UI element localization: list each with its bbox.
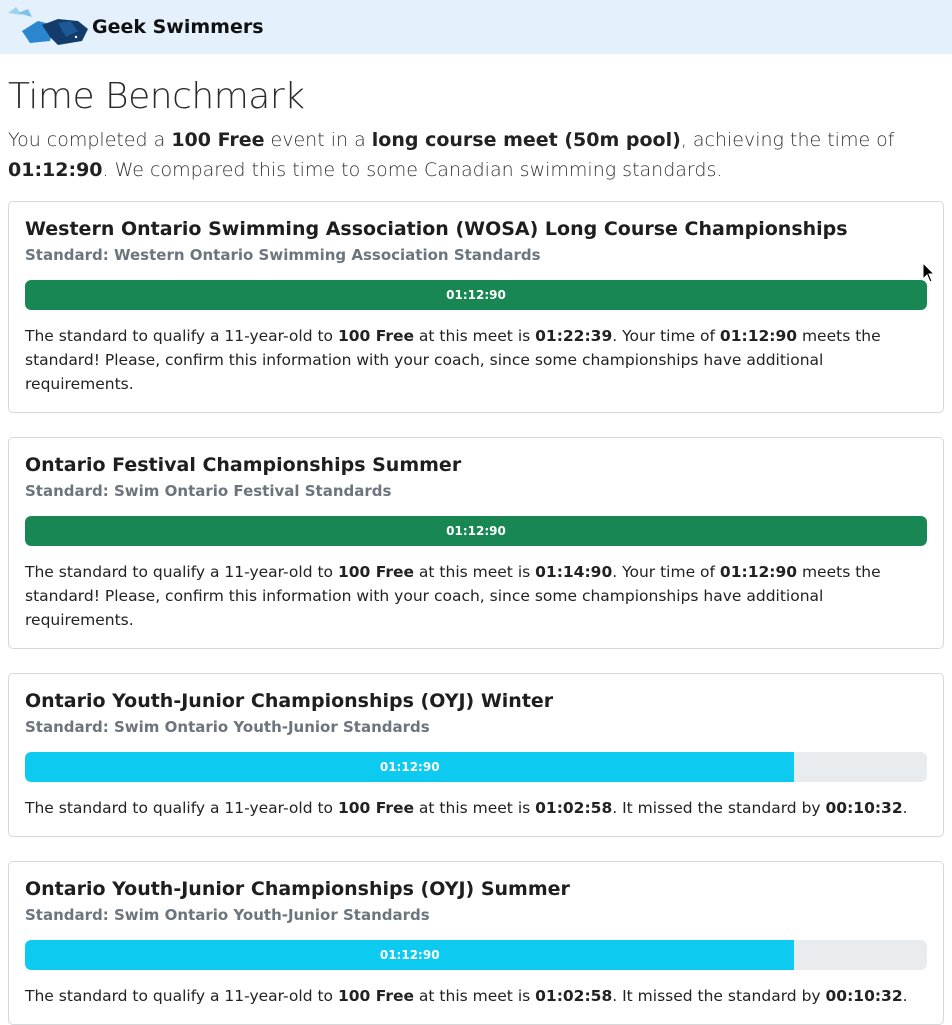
your-time: 01:12:90 [719,563,798,581]
progress-track: 01:12:90 [25,516,927,546]
result-text: The standard to qualify a 11-year-old to… [25,796,927,820]
result-part: at this meet is [414,563,536,581]
brand-name[interactable]: Geek Swimmers [92,16,264,38]
result-part: at this meet is [414,799,536,817]
mouse-cursor-icon [922,262,936,283]
intro-part: . We compared this time to some Canadian… [102,159,723,181]
standard-time: 01:22:39 [535,327,613,345]
card-subtitle: Standard: Western Ontario Swimming Assoc… [25,246,541,264]
result-part: . [902,799,908,817]
main-content: Time Benchmark You completed a 100 Free … [0,76,952,1025]
intro-text: You completed a 100 Free event in a long… [8,125,944,185]
result-part: . It missed the standard by [612,799,826,817]
benchmark-card: Western Ontario Swimming Association (WO… [8,201,944,413]
progress-bar: 01:12:90 [25,752,795,782]
result-event: 100 Free [337,987,414,1005]
progress-bar: 01:12:90 [25,280,927,310]
benchmark-card: Ontario Youth-Junior Championships (OYJ)… [8,673,944,837]
standard-time: 01:14:90 [535,563,613,581]
card-subtitle: Standard: Swim Ontario Festival Standard… [25,482,392,500]
result-part: The standard to qualify a 11-year-old to [25,987,338,1005]
result-part: . Your time of [612,563,720,581]
result-text: The standard to qualify a 11-year-old to… [25,324,927,396]
intro-time: 01:12:90 [8,159,103,181]
progress-track: 01:12:90 [25,752,927,782]
result-part: The standard to qualify a 11-year-old to [25,563,338,581]
progress-track: 01:12:90 [25,940,927,970]
card-title: Western Ontario Swimming Association (WO… [25,218,848,240]
progress-bar: 01:12:90 [25,516,927,546]
result-event: 100 Free [337,799,414,817]
progress-bar: 01:12:90 [25,940,795,970]
top-navbar: Geek Swimmers [0,0,952,54]
result-part: The standard to qualify a 11-year-old to [25,327,338,345]
progress-track: 01:12:90 [25,280,927,310]
benchmark-card: Ontario Festival Championships Summer St… [8,437,944,649]
intro-part: , achieving the time of [680,129,895,151]
logo-icon[interactable] [8,7,90,47]
benchmark-card: Ontario Youth-Junior Championships (OYJ)… [8,861,944,1025]
card-subtitle: Standard: Swim Ontario Youth-Junior Stan… [25,718,430,736]
intro-event: 100 Free [171,129,265,151]
result-part: at this meet is [414,987,536,1005]
result-event: 100 Free [337,563,414,581]
intro-part: event in a [264,129,372,151]
result-text: The standard to qualify a 11-year-old to… [25,560,927,632]
intro-part: You completed a [8,129,172,151]
standard-time: 01:02:58 [535,987,613,1005]
result-part: . [902,987,908,1005]
missed-by-time: 00:10:32 [825,799,903,817]
page-title: Time Benchmark [8,76,305,117]
result-part: . Your time of [612,327,720,345]
result-part: . It missed the standard by [612,987,826,1005]
result-text: The standard to qualify a 11-year-old to… [25,984,927,1008]
card-title: Ontario Festival Championships Summer [25,454,462,476]
card-title: Ontario Youth-Junior Championships (OYJ)… [25,690,554,712]
card-title: Ontario Youth-Junior Championships (OYJ)… [25,878,570,900]
card-subtitle: Standard: Swim Ontario Youth-Junior Stan… [25,906,430,924]
result-part: at this meet is [414,327,536,345]
standard-time: 01:02:58 [535,799,613,817]
result-event: 100 Free [337,327,414,345]
your-time: 01:12:90 [719,327,798,345]
result-part: The standard to qualify a 11-year-old to [25,799,338,817]
intro-course: long course meet (50m pool) [371,129,681,151]
missed-by-time: 00:10:32 [825,987,903,1005]
